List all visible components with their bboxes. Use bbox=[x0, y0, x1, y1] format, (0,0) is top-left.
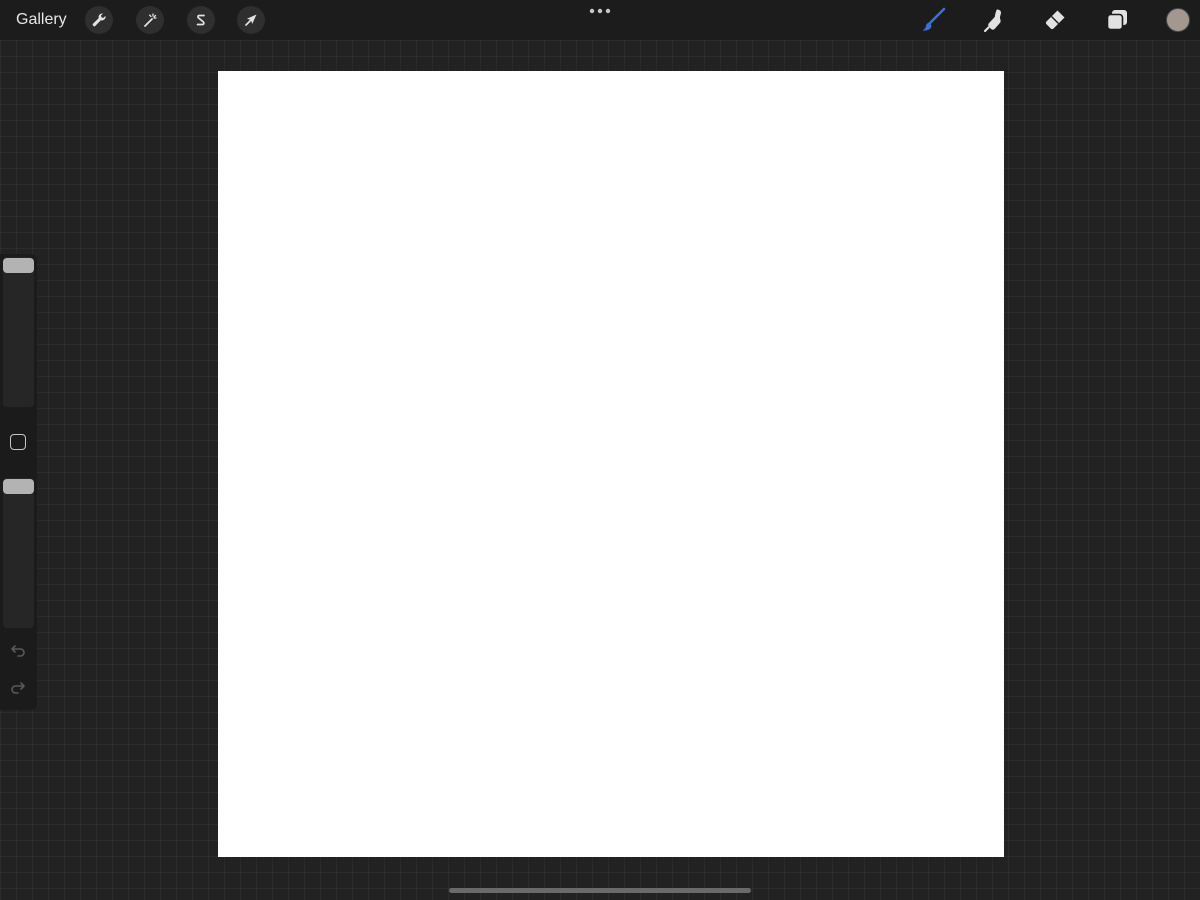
undo-button[interactable] bbox=[8, 640, 28, 660]
smudge-tool-button[interactable] bbox=[980, 6, 1008, 34]
brush-tool-button[interactable] bbox=[919, 6, 947, 34]
transform-button[interactable] bbox=[237, 6, 265, 34]
workspace: Gallery bbox=[0, 0, 1200, 900]
arrow-cursor-icon bbox=[245, 14, 257, 26]
ellipsis-icon bbox=[589, 8, 611, 14]
top-toolbar: Gallery bbox=[0, 0, 1200, 40]
opacity-slider[interactable] bbox=[3, 478, 34, 628]
more-options-button[interactable] bbox=[586, 4, 614, 18]
eraser-icon bbox=[1045, 10, 1065, 30]
undo-arrow-icon bbox=[11, 645, 25, 657]
gallery-button[interactable]: Gallery bbox=[16, 10, 67, 30]
color-swatch-button[interactable] bbox=[1166, 8, 1190, 32]
redo-arrow-icon bbox=[11, 682, 25, 694]
brush-size-slider[interactable] bbox=[3, 257, 34, 407]
opacity-thumb[interactable] bbox=[3, 479, 34, 494]
redo-button[interactable] bbox=[8, 677, 28, 697]
actions-button[interactable] bbox=[85, 6, 113, 34]
smudge-icon bbox=[983, 9, 1001, 33]
eraser-tool-button[interactable] bbox=[1041, 6, 1069, 34]
drawing-canvas[interactable] bbox=[218, 71, 1004, 857]
wrench-icon bbox=[92, 13, 106, 27]
selection-s-icon bbox=[196, 14, 205, 26]
magic-wand-icon bbox=[144, 13, 157, 27]
sidebar bbox=[0, 254, 37, 710]
modify-button[interactable] bbox=[10, 434, 26, 450]
brush-size-thumb[interactable] bbox=[3, 258, 34, 273]
layers-tool-button[interactable] bbox=[1103, 6, 1131, 34]
selection-button[interactable] bbox=[187, 6, 215, 34]
layers-icon bbox=[1106, 10, 1127, 31]
adjustments-button[interactable] bbox=[136, 6, 164, 34]
brush-icon bbox=[922, 7, 946, 31]
home-indicator[interactable] bbox=[449, 888, 751, 893]
